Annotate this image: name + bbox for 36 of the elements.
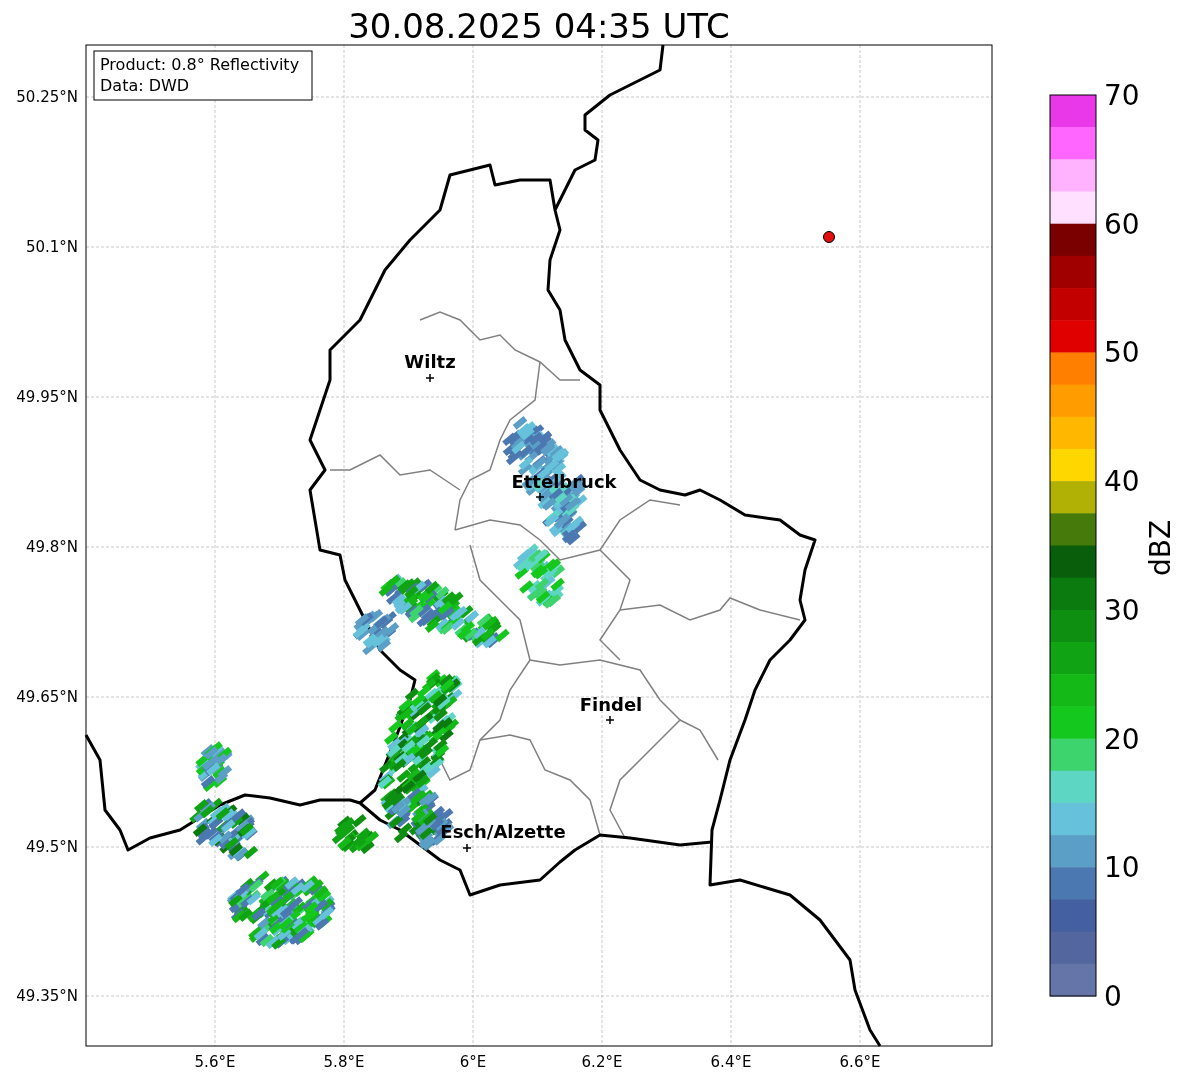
colorbar-label: dBZ	[1144, 519, 1177, 577]
radar-echo-drawing	[195, 741, 233, 793]
axis-tick-label: 6°E	[459, 1053, 487, 1071]
axis-tick-label: 5.6°E	[194, 1053, 236, 1071]
radar-echo-drawing	[265, 875, 336, 946]
colorbar-tick-label: 10	[1104, 851, 1140, 885]
axis-tick-label: 49.35°N	[16, 987, 78, 1005]
city-label: Findel	[579, 694, 643, 715]
colorbar-tick-label: 0	[1104, 980, 1122, 1013]
colorbar-tick-label: 30	[1104, 593, 1140, 627]
axis-tick-label: 50.25°N	[16, 88, 78, 106]
colorbar-tick-label: 70	[1104, 79, 1140, 112]
radar-echo-drawing	[512, 543, 566, 609]
radar-site-marker	[823, 231, 835, 243]
axis-tick-label: 49.5°N	[25, 838, 78, 856]
colorbar-tick-label: 60	[1104, 207, 1140, 241]
axis-tick-label: 49.8°N	[25, 538, 78, 556]
city-marker-icon	[462, 843, 472, 853]
info-text: Product: 0.8° Reflectivity	[100, 55, 300, 74]
city-marker-icon	[605, 715, 615, 725]
axis-tick-label: 6.6°E	[839, 1053, 881, 1071]
info-text: Data: DWD	[100, 76, 190, 95]
colorbar-tick-label: 50	[1104, 336, 1140, 370]
axis-tick-label: 5.8°E	[323, 1053, 365, 1071]
axis-tick-label: 49.95°N	[16, 388, 78, 406]
radar-echo-drawing	[189, 797, 259, 862]
axis-tick-label: 50.1°N	[25, 238, 78, 256]
colorbar-tick-label: 20	[1104, 722, 1140, 756]
city-label: Wiltz	[404, 351, 456, 372]
colorbar-tick-label: 40	[1104, 465, 1140, 499]
axis-tick-label: 6.4°E	[710, 1053, 752, 1071]
axis-tick-label: 49.65°N	[16, 688, 78, 706]
axis-tick-label: 6.2°E	[581, 1053, 623, 1071]
city-marker-icon	[425, 373, 435, 383]
chart-title: 30.08.2025 04:35 UTC	[348, 6, 730, 46]
city-marker-icon	[535, 492, 545, 502]
